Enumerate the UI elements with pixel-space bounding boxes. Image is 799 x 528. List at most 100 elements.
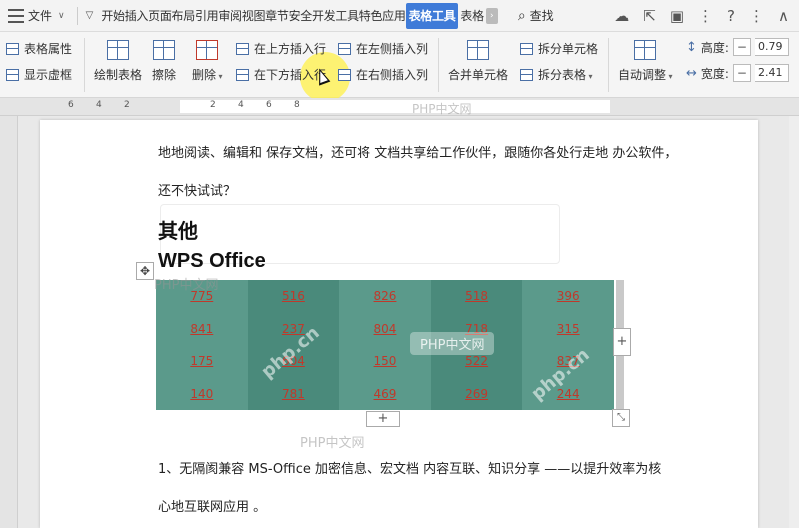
- table-cell[interactable]: 516: [247, 280, 340, 313]
- delete-table-icon: [196, 40, 219, 60]
- row-height-icon: ↕: [686, 39, 697, 55]
- insert-column-right-button[interactable]: 在右侧插入列: [338, 66, 428, 83]
- split-table-button[interactable]: 拆分表格: [520, 66, 593, 83]
- ruler-number: 4: [238, 100, 244, 110]
- search-button[interactable]: ⌕ 查找: [518, 7, 554, 24]
- tab-references[interactable]: 引用: [195, 0, 219, 32]
- ruler-number: 2: [210, 100, 216, 110]
- tab-sections[interactable]: 章节: [265, 0, 289, 32]
- vertical-scrollbar[interactable]: [789, 116, 799, 528]
- tab-review[interactable]: 审阅: [218, 0, 242, 32]
- help-icon[interactable]: ?: [727, 7, 735, 25]
- watermark-text: PHP中文网: [154, 278, 219, 293]
- delete-button[interactable]: 删除: [192, 40, 223, 83]
- table-move-handle-icon[interactable]: ✥: [136, 262, 154, 280]
- chevron-down-icon: ∨: [58, 10, 65, 21]
- add-row-button[interactable]: +: [366, 411, 400, 427]
- column-width-decrement[interactable]: −: [732, 64, 751, 82]
- horizontal-ruler[interactable]: 6 4 2 2 4 6 8 PHP中文网: [0, 98, 799, 116]
- row-height-input[interactable]: 0.79: [754, 38, 789, 56]
- erase-button[interactable]: 擦除: [152, 40, 176, 83]
- column-width-icon: ↔: [686, 65, 697, 81]
- erase-label: 擦除: [152, 68, 177, 82]
- more-menu-icon[interactable]: ⋮: [749, 7, 764, 25]
- table-cell[interactable]: 518: [430, 280, 523, 313]
- top-tab-bar: 文件 ∨ ▽ 开始 插入 页面布局 引用 审阅 视图 章节 安全 开发工具 特色…: [0, 0, 799, 32]
- window-controls: ☁ ⇱ ▣ ⋮ ? ⋮ ∧: [614, 0, 799, 32]
- watermark-text: PHP中文网: [300, 436, 365, 451]
- table-properties-button[interactable]: 表格属性: [6, 40, 72, 57]
- insert-row-below-button[interactable]: 在下方插入行: [236, 66, 326, 83]
- insert-column-right-icon: [338, 68, 351, 81]
- table-cell[interactable]: 841: [156, 312, 248, 345]
- tab-developer[interactable]: 开发工具: [312, 0, 359, 32]
- draw-table-label: 绘制表格: [94, 68, 143, 82]
- tab-table-tools[interactable]: 表格工具: [405, 2, 459, 29]
- insert-row-below-icon: [236, 68, 249, 81]
- list-paragraph: 心地互联网应用 。: [158, 500, 267, 515]
- draw-table-button[interactable]: 绘制表格: [94, 40, 142, 83]
- split-table-icon: [520, 68, 533, 81]
- skin-icon[interactable]: ▣: [670, 7, 684, 25]
- merge-cells-button[interactable]: 合并单元格: [448, 40, 508, 83]
- insert-row-above-button[interactable]: 在上方插入行: [236, 40, 326, 57]
- tab-page-layout[interactable]: 页面布局: [148, 0, 195, 32]
- tab-table[interactable]: 表格: [460, 0, 484, 32]
- watermark-text: PHP中文网: [412, 102, 472, 116]
- table-cell[interactable]: 269: [430, 377, 523, 410]
- tab-view[interactable]: 视图: [242, 0, 266, 32]
- document-page[interactable]: 地地阅读、编辑和 保存文档，还可将 文档共享给工作伙伴，跟随你各处行走地 办公软…: [40, 120, 758, 528]
- table-cell[interactable]: 826: [339, 280, 431, 313]
- divider: [76, 6, 78, 25]
- row-height-label: 高度:: [700, 40, 729, 55]
- file-menu[interactable]: 文件 ∨: [0, 0, 73, 32]
- quick-access-dropdown-icon[interactable]: ▽: [86, 10, 94, 21]
- vertical-ruler[interactable]: [0, 116, 18, 528]
- split-cells-button[interactable]: 拆分单元格: [520, 40, 598, 57]
- auto-fit-button[interactable]: 自动调整: [618, 40, 673, 83]
- ruler-number: 2: [124, 100, 130, 110]
- eraser-icon: [153, 40, 175, 60]
- watermark-text: PHP中文网: [410, 332, 495, 355]
- table-cell[interactable]: 315: [522, 312, 614, 345]
- collapse-ribbon-icon[interactable]: ∧: [778, 7, 789, 25]
- table-cell[interactable]: 781: [247, 377, 340, 410]
- table-cell[interactable]: 175: [156, 345, 248, 378]
- draw-table-icon: [107, 40, 129, 60]
- cloud-sync-icon[interactable]: ☁: [614, 7, 629, 25]
- tabs-more-icon[interactable]: ›: [485, 7, 498, 24]
- ruler-number: 6: [68, 100, 74, 110]
- table-cell[interactable]: 469: [339, 377, 431, 410]
- tab-insert[interactable]: 插入: [125, 0, 149, 32]
- ruler-number: 4: [96, 100, 102, 110]
- table-properties-icon: [6, 42, 19, 55]
- auto-fit-label: 自动调整: [618, 66, 673, 83]
- column-width-input[interactable]: 2.41: [754, 64, 789, 82]
- insert-column-left-button[interactable]: 在左侧插入列: [338, 40, 428, 57]
- tab-security[interactable]: 安全: [289, 0, 313, 32]
- share-icon[interactable]: ⇱: [643, 7, 656, 25]
- insert-column-right-label: 在右侧插入列: [356, 68, 429, 82]
- heading-wps-office: WPS Office: [158, 250, 266, 272]
- row-height-decrement[interactable]: −: [732, 38, 751, 56]
- more-icon[interactable]: ⋮: [698, 7, 713, 25]
- heading-other: 其他: [158, 219, 198, 243]
- tab-home[interactable]: 开始: [101, 0, 125, 32]
- table-row: 841 237 804 718 315: [156, 312, 614, 345]
- table-cell[interactable]: 140: [156, 377, 248, 410]
- show-gridlines-button[interactable]: 显示虚框: [6, 66, 72, 83]
- row-height-control: ↕ 高度: − 0.79: [686, 38, 789, 56]
- merge-cells-label: 合并单元格: [448, 68, 509, 82]
- file-menu-label: 文件: [28, 9, 53, 23]
- merge-cells-icon: [467, 40, 489, 60]
- add-column-button[interactable]: +: [613, 328, 631, 356]
- tab-features[interactable]: 特色应用: [359, 0, 406, 32]
- ruler-text-area: [180, 100, 610, 113]
- divider: [608, 38, 609, 92]
- auto-fit-icon: [634, 40, 657, 60]
- ribbon-tabs: 开始 插入 页面布局 引用 审阅 视图 章节 安全 开发工具 特色应用 表格工具…: [101, 0, 498, 32]
- insert-column-left-label: 在左侧插入列: [356, 42, 429, 56]
- table-cell[interactable]: 396: [522, 280, 614, 313]
- insert-row-above-icon: [236, 42, 249, 55]
- table-resize-handle-icon[interactable]: ⤡: [612, 409, 630, 427]
